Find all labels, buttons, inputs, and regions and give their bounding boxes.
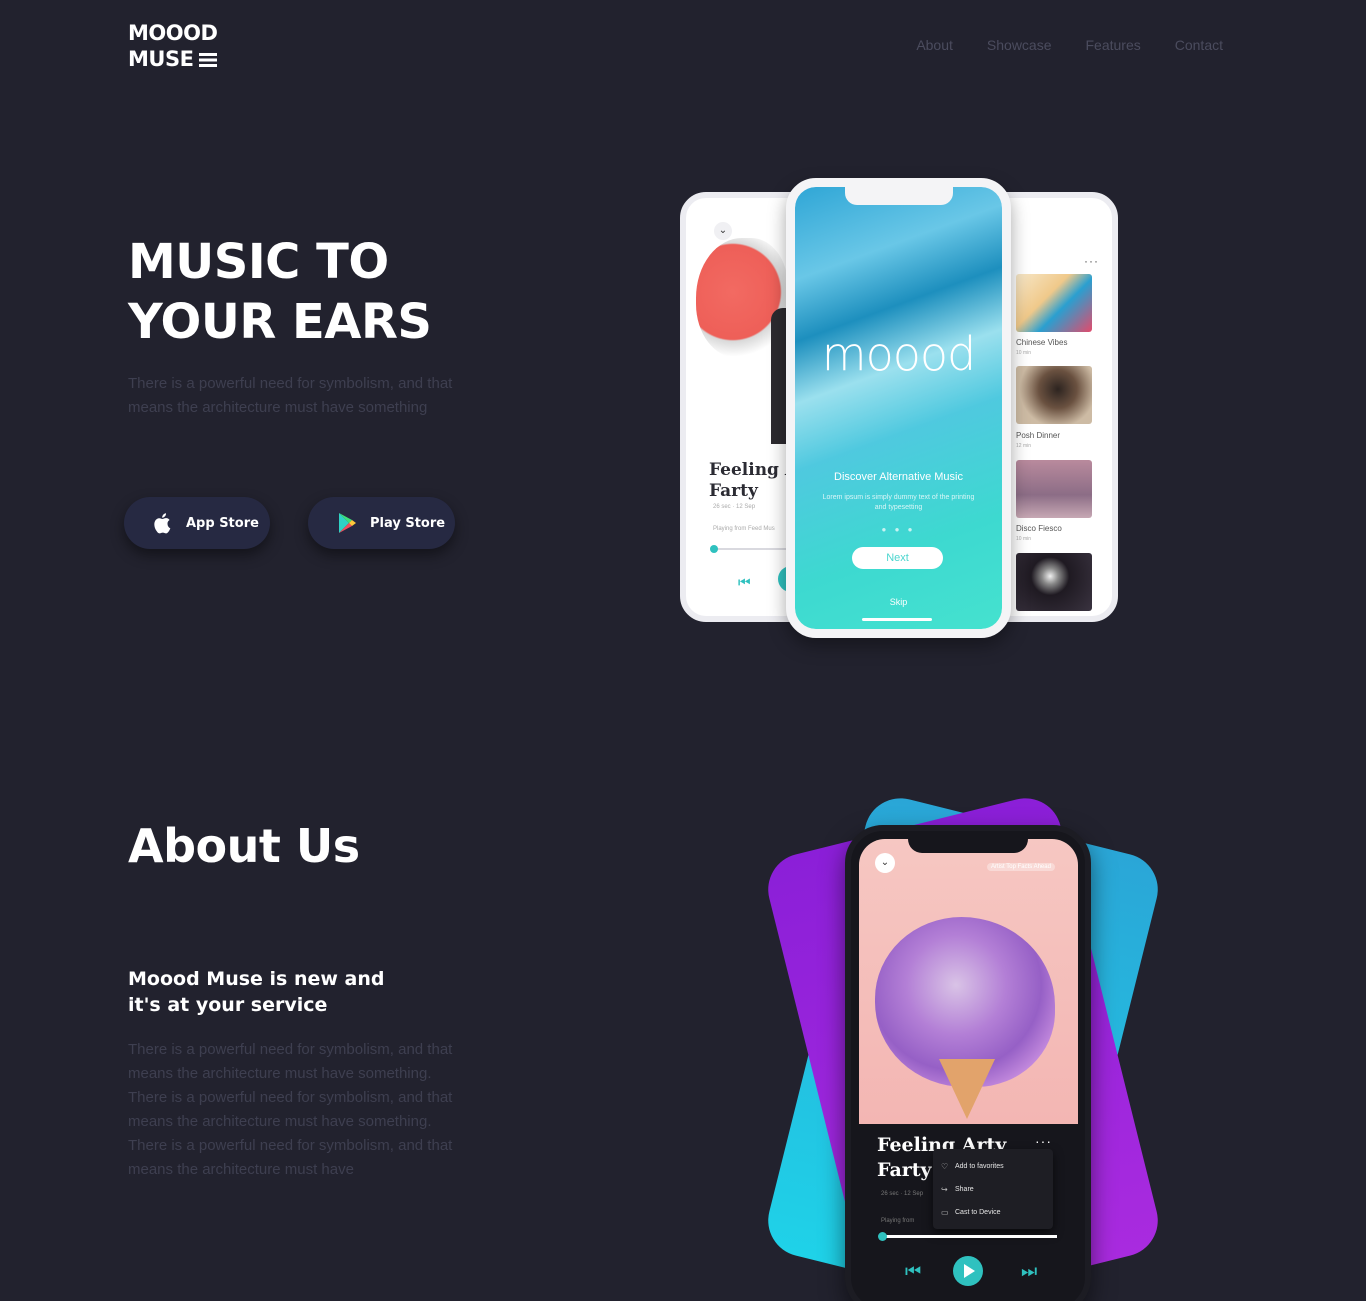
app-store-label: App Store <box>186 515 259 531</box>
apple-icon <box>152 512 174 534</box>
album-art <box>859 839 1078 1124</box>
onboarding-screen: moood Discover Alternative Music Lorem i… <box>795 187 1002 629</box>
playlist-name: Chinese Vibes <box>1016 338 1068 347</box>
playlist-thumb <box>1016 460 1092 518</box>
menu-label: Share <box>955 1186 974 1193</box>
hero-title: MUSIC TO YOUR EARS <box>128 234 432 350</box>
logo-line-2: MUSE <box>128 47 194 71</box>
main-nav: About Showcase Features Contact <box>916 37 1223 53</box>
home-indicator <box>862 618 932 621</box>
next-button[interactable]: Next <box>852 547 943 569</box>
track-title: Feeling A Farty <box>709 460 798 501</box>
about-text: There is a powerful need for symbolism, … <box>128 1041 453 1178</box>
playlist-sub: 10 min <box>1016 350 1032 356</box>
chevron-down-icon[interactable]: ⌄ <box>875 853 895 873</box>
playlist-name: Disco Fiesco <box>1016 524 1062 533</box>
onboarding-heading: Discover Alternative Music <box>834 471 963 483</box>
play-button[interactable] <box>953 1256 983 1286</box>
cast-icon: ▭ <box>941 1208 949 1217</box>
playlist-sub: 10 min <box>1016 536 1032 542</box>
play-store-icon <box>336 512 358 534</box>
menu-cast[interactable]: ▭ Cast to Device <box>941 1201 1045 1224</box>
playing-from: Playing from Feed Mus <box>713 526 775 532</box>
play-store-button[interactable]: Play Store <box>308 497 455 549</box>
play-store-label: Play Store <box>370 515 446 531</box>
menu-label: Cast to Device <box>955 1209 1001 1216</box>
album-art-cone <box>939 1059 995 1119</box>
context-menu: ♡ Add to favorites ↪ Share ▭ Cast to Device <box>933 1149 1053 1229</box>
nav-contact[interactable]: Contact <box>1175 37 1223 53</box>
phone-notch <box>908 831 1028 853</box>
playing-from: Playing from <box>881 1218 915 1224</box>
track-meta: 26 sec · 12 Sep <box>881 1191 924 1197</box>
progress-bar[interactable] <box>878 1232 1057 1241</box>
onboarding-subtext: Lorem ipsum is simply dummy text of the … <box>822 494 975 511</box>
phone-notch <box>844 187 953 205</box>
phone-dark-player-mockup: ⌄ Artist Top Facts Ahead Feeling Arty Fa… <box>845 825 1091 1301</box>
logo[interactable]: MOOOD MUSE <box>128 20 218 72</box>
playlist-sub: 12 min <box>1016 443 1032 449</box>
phone-onboarding-mockup: moood Discover Alternative Music Lorem i… <box>786 178 1011 638</box>
playlist-thumb <box>1016 274 1092 332</box>
skip-link[interactable]: Skip <box>795 597 1002 607</box>
artist-badge: Artist Top Facts Ahead <box>987 863 1055 871</box>
menu-share[interactable]: ↪ Share <box>941 1178 1045 1201</box>
logo-line-1: MOOOD <box>128 21 218 45</box>
chevron-down-icon: ⌄ <box>714 222 732 240</box>
more-icon: ··· <box>1084 254 1099 268</box>
previous-icon[interactable]: ⏮ <box>905 1261 921 1282</box>
menu-add-favorites[interactable]: ♡ Add to favorites <box>941 1155 1045 1178</box>
track-meta: 26 sec · 12 Sep <box>713 504 756 510</box>
app-brand: moood <box>821 327 976 381</box>
more-icon[interactable]: ··· <box>1035 1133 1052 1149</box>
share-icon: ↪ <box>941 1185 948 1194</box>
about-title: About Us <box>128 819 360 873</box>
hero-text: There is a powerful need for symbolism, … <box>128 375 453 416</box>
playlist-name: Posh Dinner <box>1016 431 1061 440</box>
app-store-button[interactable]: App Store <box>124 497 270 549</box>
nav-showcase[interactable]: Showcase <box>987 37 1052 53</box>
menu-icon[interactable] <box>199 53 218 67</box>
playlist-thumb <box>1016 366 1092 424</box>
playlist-thumb <box>1016 553 1092 611</box>
menu-label: Add to favorites <box>955 1163 1004 1170</box>
next-icon[interactable]: ⏭ <box>1021 1261 1037 1282</box>
pager-dots: ● ● ● <box>881 525 916 534</box>
previous-icon: ⏮ <box>738 574 751 590</box>
about-subtitle: Moood Muse is new and it's at your servi… <box>128 968 385 1016</box>
nav-about[interactable]: About <box>916 37 953 53</box>
heart-icon: ♡ <box>941 1162 949 1171</box>
nav-features[interactable]: Features <box>1086 37 1141 53</box>
